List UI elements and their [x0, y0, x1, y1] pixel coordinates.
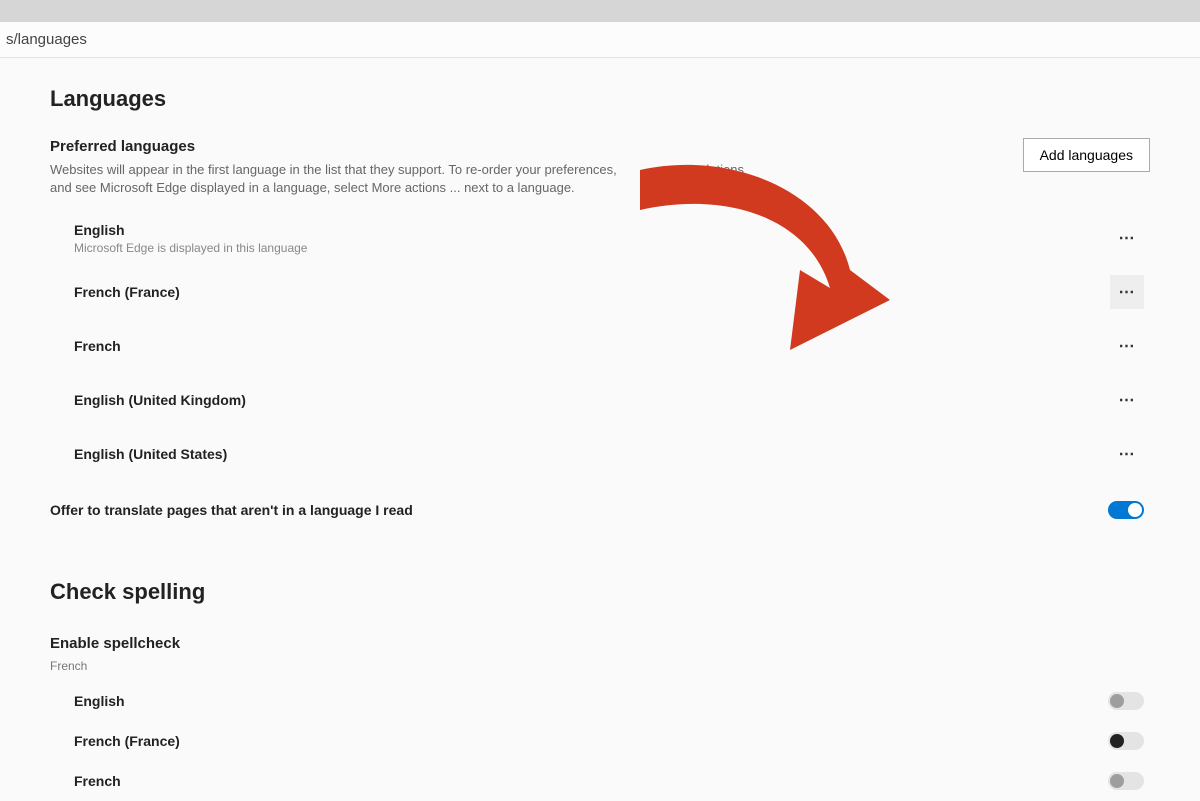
more-actions-button[interactable]: ⋯	[1110, 275, 1144, 309]
spellcheck-toggle[interactable]	[1108, 772, 1144, 790]
address-bar-text: s/languages	[6, 31, 87, 48]
spellcheck-label: French	[74, 773, 121, 789]
language-row: English (United States) ⋯	[50, 427, 1150, 481]
preferred-languages-desc: Websites will appear in the first langua…	[50, 161, 750, 197]
more-actions-button[interactable]: ⋯	[1110, 437, 1144, 471]
more-actions-button[interactable]: ⋯	[1110, 221, 1144, 255]
language-label: French (France)	[74, 284, 180, 300]
preferred-languages-title: Preferred languages	[50, 138, 750, 155]
address-bar[interactable]: s/languages	[0, 22, 1200, 58]
language-label: French	[74, 338, 121, 354]
language-label: English	[74, 222, 307, 238]
enable-spellcheck-title: Enable spellcheck	[50, 635, 1150, 652]
spellcheck-list: English French (France) French	[50, 681, 1150, 801]
preferred-languages-header: Preferred languages Websites will appear…	[50, 138, 1150, 197]
language-row: English Microsoft Edge is displayed in th…	[50, 211, 1150, 265]
spellcheck-row: English	[50, 681, 1150, 721]
language-label: English (United Kingdom)	[74, 392, 246, 408]
spellcheck-row: French (France)	[50, 721, 1150, 761]
spellcheck-toggle[interactable]	[1108, 692, 1144, 710]
language-row: French ⋯	[50, 319, 1150, 373]
language-list: English Microsoft Edge is displayed in th…	[50, 211, 1150, 481]
translate-toggle[interactable]	[1108, 501, 1144, 519]
enable-spellcheck-sub: French	[50, 658, 750, 675]
translate-option-row: Offer to translate pages that aren't in …	[50, 487, 1150, 529]
more-actions-button[interactable]: ⋯	[1110, 383, 1144, 417]
spellcheck-toggle[interactable]	[1108, 732, 1144, 750]
window-chrome-top	[0, 0, 1200, 22]
translate-option-label: Offer to translate pages that aren't in …	[50, 502, 413, 518]
spellcheck-label: French (France)	[74, 733, 180, 749]
settings-content: Languages Preferred languages Websites w…	[0, 58, 1200, 801]
languages-heading: Languages	[50, 86, 1150, 112]
language-sublabel: Microsoft Edge is displayed in this lang…	[74, 241, 307, 255]
language-row: French (France) ⋯	[50, 265, 1150, 319]
add-languages-button[interactable]: Add languages	[1023, 138, 1150, 172]
language-label: English (United States)	[74, 446, 227, 462]
language-row: English (United Kingdom) ⋯	[50, 373, 1150, 427]
spellcheck-label: English	[74, 693, 125, 709]
spellcheck-row: French	[50, 761, 1150, 801]
check-spelling-heading: Check spelling	[50, 579, 1150, 605]
more-actions-button[interactable]: ⋯	[1110, 329, 1144, 363]
